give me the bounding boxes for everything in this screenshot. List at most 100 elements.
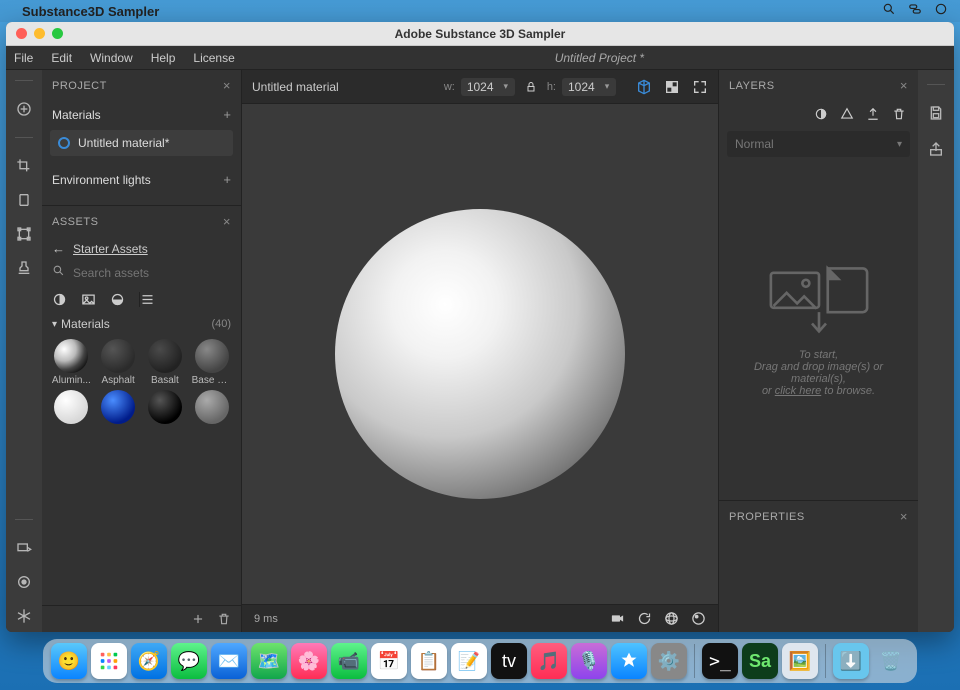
search-icon[interactable]: [882, 2, 896, 21]
asset-item[interactable]: Asphalt: [97, 339, 140, 386]
asset-item[interactable]: Basalt: [144, 339, 187, 386]
layers-panel-close[interactable]: ×: [900, 78, 908, 93]
dock-sampler[interactable]: Sa: [742, 643, 778, 679]
right-panels: LAYERS × Normal ▾: [718, 70, 918, 632]
dock-facetime[interactable]: 📹: [331, 643, 367, 679]
current-project-label: Untitled Project *: [253, 51, 946, 65]
refresh-icon[interactable]: [637, 611, 652, 626]
blend-mode-select[interactable]: Normal ▾: [727, 131, 910, 157]
preview-sphere: [335, 209, 625, 499]
layers-drop-zone[interactable]: To start, Drag and drop image(s) or mate…: [719, 161, 918, 500]
add-adjust-layer-icon[interactable]: [840, 107, 854, 121]
dock-safari[interactable]: 🧭: [131, 643, 167, 679]
assets-panel-close[interactable]: ×: [223, 214, 231, 229]
filter-image-icon[interactable]: [81, 292, 96, 307]
transform-icon[interactable]: [16, 226, 32, 242]
project-panel-close[interactable]: ×: [223, 78, 231, 93]
viewport-panel: Untitled material w: 1024▾ h: 1024▾: [242, 70, 718, 632]
dock-mail[interactable]: ✉️: [211, 643, 247, 679]
fullscreen-icon[interactable]: [692, 79, 708, 95]
filter-material-icon[interactable]: [52, 292, 67, 307]
crop-icon[interactable]: [16, 158, 32, 174]
menu-license[interactable]: License: [193, 51, 234, 65]
siri-icon[interactable]: [934, 2, 948, 21]
add-material-button[interactable]: +: [223, 107, 231, 122]
snowflake-icon[interactable]: [16, 608, 32, 624]
delete-layer-icon[interactable]: [892, 107, 906, 121]
chevron-down-icon: ▾: [52, 319, 57, 330]
add-fill-layer-icon[interactable]: [814, 107, 828, 121]
assets-panel-title: ASSETS: [52, 216, 98, 228]
dock-tv[interactable]: tv: [491, 643, 527, 679]
menu-edit[interactable]: Edit: [51, 51, 72, 65]
viewport-statusbar: 9 ms: [242, 604, 718, 632]
dock-finder[interactable]: 🙂: [51, 643, 87, 679]
assets-category-row[interactable]: ▾ Materials (40): [42, 313, 241, 335]
import-asset-button[interactable]: [191, 612, 205, 626]
dock-preview[interactable]: 🖼️: [782, 643, 818, 679]
properties-panel-close[interactable]: ×: [900, 509, 908, 524]
save-icon[interactable]: [928, 105, 944, 121]
dock-settings[interactable]: ⚙️: [651, 643, 687, 679]
globe-grid-icon[interactable]: [664, 611, 679, 626]
3d-viewport[interactable]: [242, 104, 718, 604]
dock-divider: [694, 644, 695, 678]
stamp-icon[interactable]: [16, 260, 32, 276]
asset-item[interactable]: [50, 390, 93, 426]
dock-downloads[interactable]: ⬇️: [833, 643, 869, 679]
drop-placeholder-icon: [764, 264, 874, 337]
add-icon[interactable]: [16, 101, 32, 117]
export-layer-icon[interactable]: [866, 107, 880, 121]
control-center-icon[interactable]: [908, 2, 922, 21]
width-select[interactable]: 1024▾: [461, 78, 515, 96]
dock-music[interactable]: 🎵: [531, 643, 567, 679]
material-item-label: Untitled material*: [78, 136, 169, 150]
asset-item[interactable]: [97, 390, 140, 426]
material-item-selected[interactable]: Untitled material*: [50, 130, 233, 156]
list-view-icon[interactable]: [139, 292, 231, 307]
asset-item[interactable]: Base M...: [190, 339, 233, 386]
view-3d-icon[interactable]: [636, 79, 652, 95]
dock-photos[interactable]: 🌸: [291, 643, 327, 679]
browse-link[interactable]: click here: [775, 385, 821, 397]
materials-section-label[interactable]: Materials: [52, 108, 101, 122]
asset-item[interactable]: [144, 390, 187, 426]
asset-item[interactable]: [190, 390, 233, 426]
window-close-button[interactable]: [16, 28, 27, 39]
camera-icon[interactable]: [610, 611, 625, 626]
view-2d-icon[interactable]: [664, 79, 680, 95]
menu-file[interactable]: File: [14, 51, 33, 65]
dock-messages[interactable]: 💬: [171, 643, 207, 679]
chevron-down-icon: ▾: [504, 81, 509, 92]
warp-icon[interactable]: [16, 192, 32, 208]
assets-breadcrumb[interactable]: Starter Assets: [73, 242, 148, 256]
send-to-icon[interactable]: [16, 540, 32, 556]
asset-thumb: [101, 390, 135, 424]
sphere-preview-icon[interactable]: [691, 611, 706, 626]
menu-window[interactable]: Window: [90, 51, 133, 65]
add-env-light-button[interactable]: +: [223, 172, 231, 187]
cloud-icon[interactable]: [16, 574, 32, 590]
filter-env-icon[interactable]: [110, 292, 125, 307]
env-lights-section-label[interactable]: Environment lights: [52, 173, 151, 187]
dock-launchpad[interactable]: [91, 643, 127, 679]
menu-help[interactable]: Help: [151, 51, 176, 65]
lock-aspect-icon[interactable]: [525, 81, 537, 93]
delete-asset-button[interactable]: [217, 612, 231, 626]
share-icon[interactable]: [928, 141, 944, 157]
assets-search-input[interactable]: [71, 265, 231, 281]
dock-podcasts[interactable]: 🎙️: [571, 643, 607, 679]
dock-maps[interactable]: 🗺️: [251, 643, 287, 679]
asset-item[interactable]: Alumin...: [50, 339, 93, 386]
dock-terminal[interactable]: >_: [702, 643, 738, 679]
window-zoom-button[interactable]: [52, 28, 63, 39]
dock-appstore[interactable]: [611, 643, 647, 679]
dock-trash[interactable]: 🗑️: [873, 643, 909, 679]
dock-calendar[interactable]: 📅: [371, 643, 407, 679]
height-select[interactable]: 1024▾: [562, 78, 616, 96]
window-minimize-button[interactable]: [34, 28, 45, 39]
width-label: w:: [444, 81, 455, 93]
dock-notes[interactable]: 📝: [451, 643, 487, 679]
assets-back-icon[interactable]: ←: [52, 241, 65, 256]
dock-reminders[interactable]: 📋: [411, 643, 447, 679]
